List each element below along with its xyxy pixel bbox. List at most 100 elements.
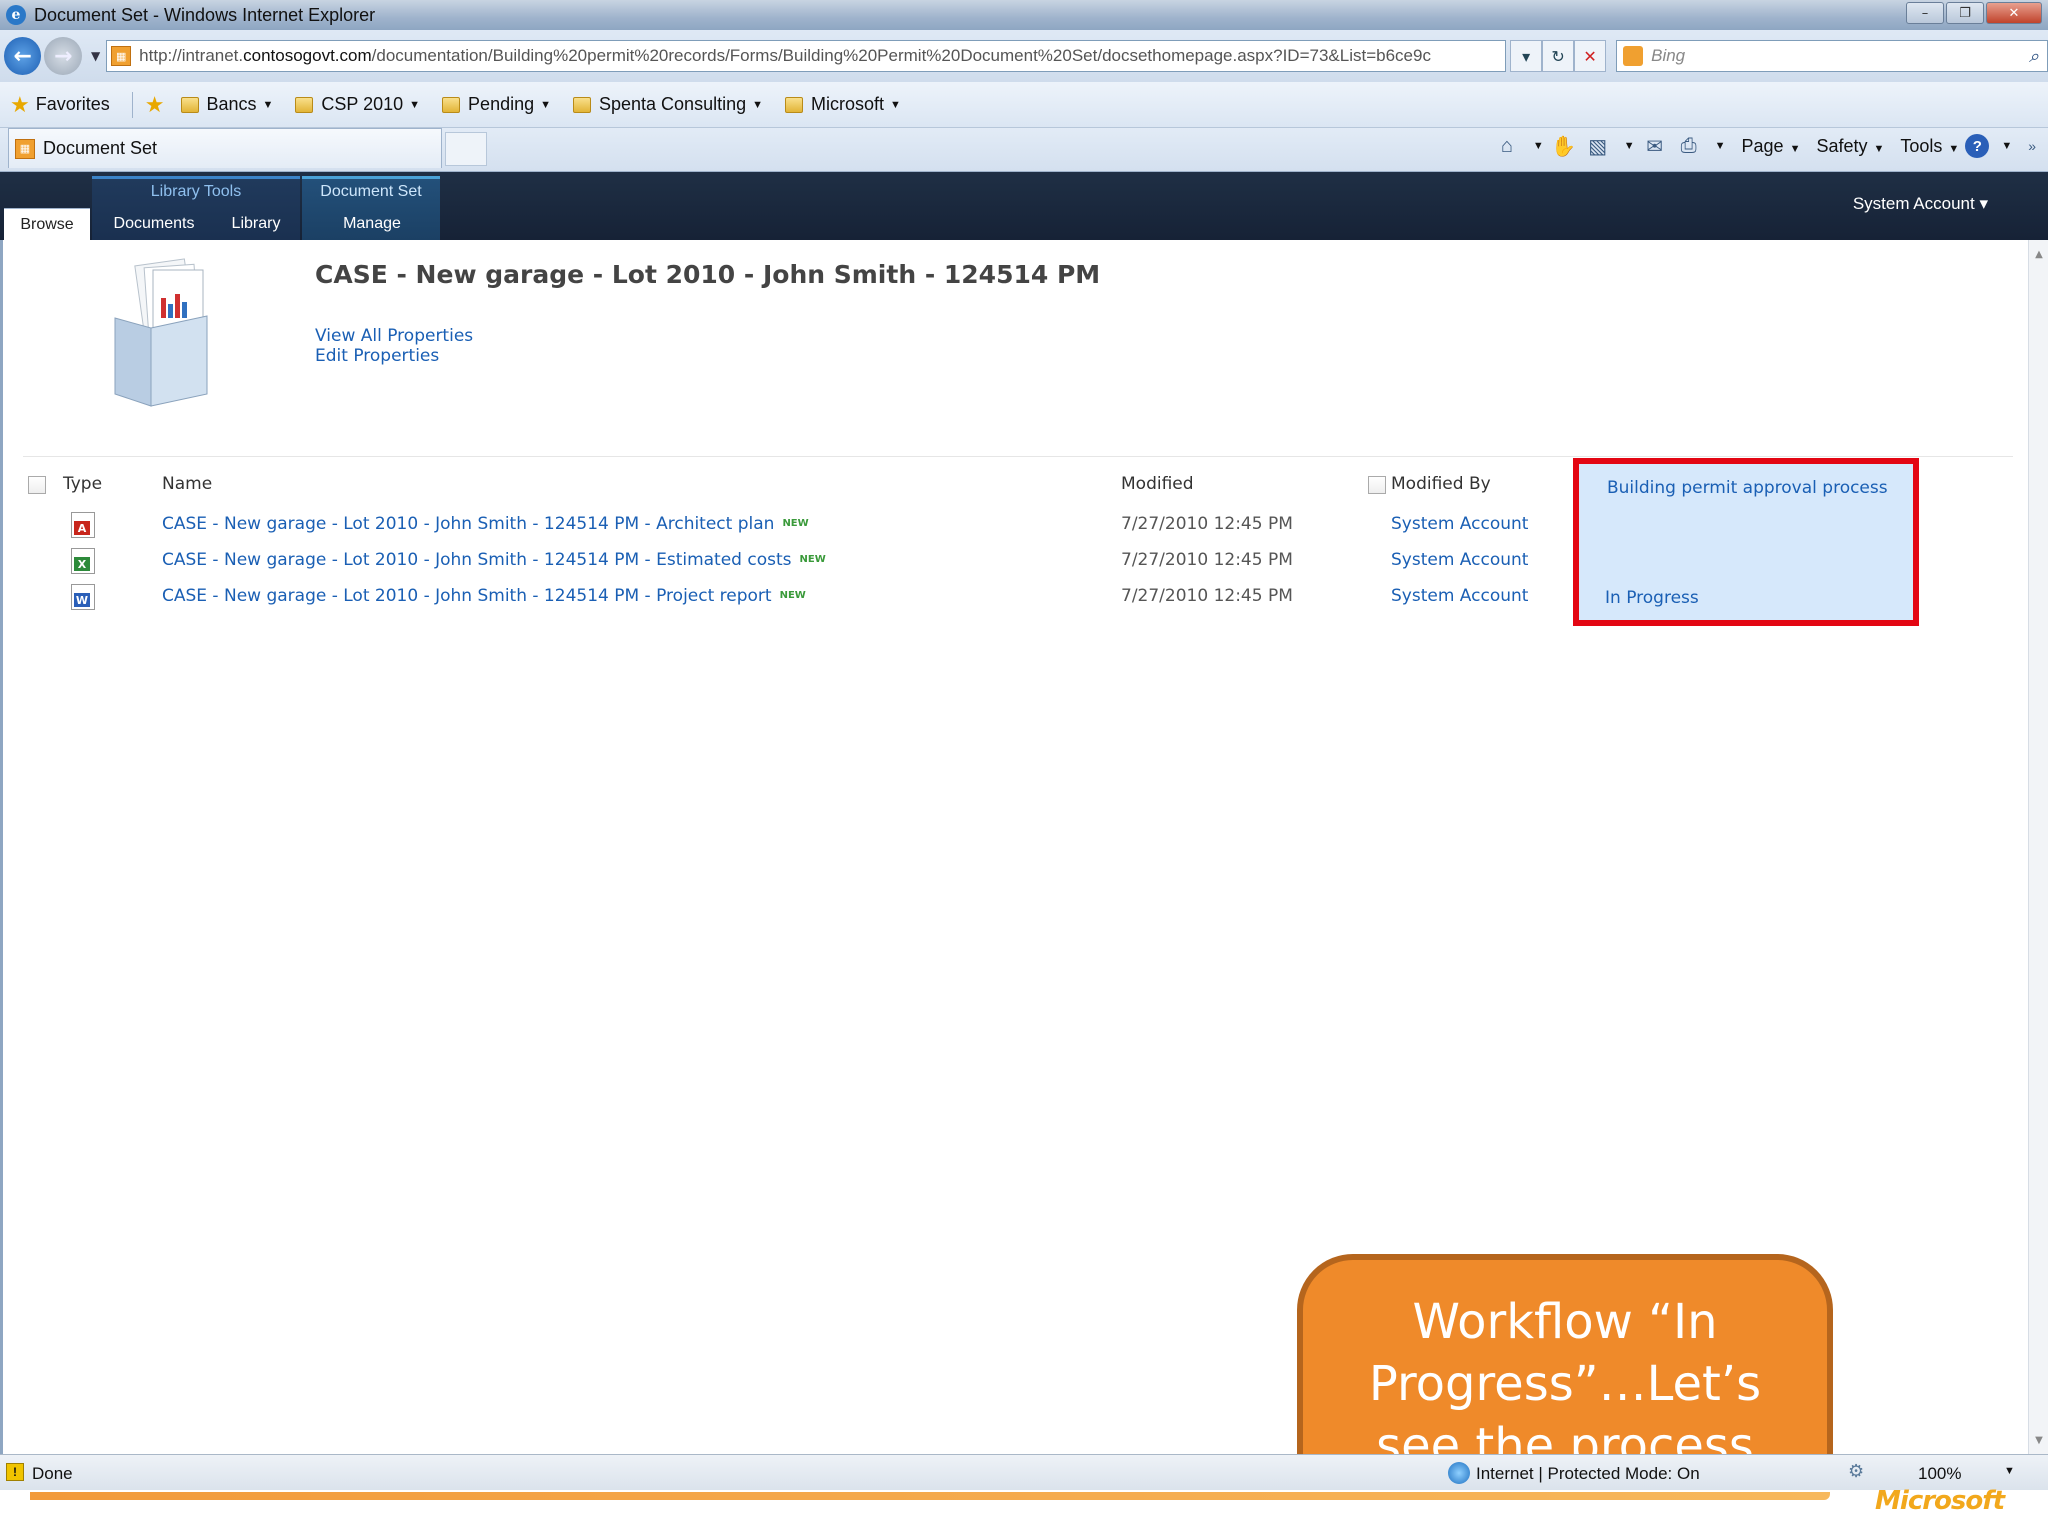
more-commands-icon[interactable]: »	[2028, 138, 2036, 154]
mail-icon[interactable]: ✉	[1641, 132, 1669, 160]
workflow-status-link[interactable]: In Progress	[1605, 588, 1699, 608]
modified-by-link[interactable]: System Account	[1391, 514, 1528, 534]
address-input[interactable]: ▦ http://intranet. contosogovt.com/docume…	[106, 40, 1507, 72]
new-badge: NEW	[799, 554, 826, 565]
sharepoint-favicon-icon: ▦	[15, 138, 35, 159]
excel-file-icon[interactable]: X	[71, 548, 95, 574]
zone-settings-icon[interactable]: ⚙	[1848, 1461, 1864, 1482]
table-row: X CASE - New garage - Lot 2010 - John Sm…	[3, 544, 1563, 580]
search-placeholder: Bing	[1651, 46, 1686, 65]
column-header-type[interactable]: Type	[63, 474, 102, 494]
print-icon[interactable]: ⎙	[1675, 132, 1703, 160]
folder-icon	[442, 96, 461, 113]
restore-button[interactable]: ❐	[1946, 2, 1984, 24]
fav-folder-spenta-consulting[interactable]: Spenta Consulting ▼	[573, 94, 763, 115]
stop-icon[interactable]: ✕	[1574, 40, 1607, 72]
chevron-down-icon: ▼	[752, 98, 763, 111]
globe-icon	[1448, 1462, 1470, 1484]
modified-by-link[interactable]: System Account	[1391, 586, 1528, 606]
fav-folder-microsoft[interactable]: Microsoft ▼	[785, 94, 901, 115]
url-path: /documentation/Building%20permit%20recor…	[371, 46, 1431, 65]
table-row: A CASE - New garage - Lot 2010 - John Sm…	[3, 508, 1563, 544]
fav-folder-label: Microsoft	[811, 94, 885, 114]
column-header-modified[interactable]: Modified	[1121, 474, 1194, 494]
column-header-modified-by[interactable]: Modified By	[1391, 474, 1491, 494]
tab-row: ▦ Document Set ⌂ ▼ ✋ ▧ ▼ ✉ ⎙ ▼ Page ▼ Saf…	[0, 128, 2048, 172]
url-domain: contosogovt.com	[243, 46, 372, 65]
tab-label: Document Set	[43, 138, 158, 158]
modified-by-link[interactable]: System Account	[1391, 550, 1528, 570]
fav-folder-csp-2010[interactable]: CSP 2010 ▼	[295, 94, 420, 115]
forward-button[interactable]: →	[44, 37, 82, 75]
fav-folder-bancs[interactable]: Bancs ▼	[180, 94, 274, 115]
vertical-scrollbar[interactable]: ▲ ▼	[2028, 240, 2048, 1454]
select-all-checkbox[interactable]	[28, 476, 46, 494]
chevron-down-icon[interactable]: ▼	[2001, 140, 2012, 152]
word-mark-icon: W	[74, 593, 90, 607]
document-link[interactable]: CASE - New garage - Lot 2010 - John Smit…	[162, 514, 809, 534]
status-bar: ! Done Internet | Protected Mode: On ⚙ 1…	[0, 1454, 2048, 1490]
page-menu[interactable]: Page ▼	[1742, 136, 1801, 157]
document-name: CASE - New garage - Lot 2010 - John Smit…	[162, 550, 792, 570]
recent-pages-dropdown-icon[interactable]: ▼	[91, 49, 100, 63]
column-header-workflow[interactable]: Building permit approval process	[1607, 478, 1888, 498]
title-bar: e Document Set - Windows Internet Explor…	[0, 0, 2048, 30]
feeds-icon[interactable]: ▧	[1584, 132, 1612, 160]
page-menu-label: Page	[1741, 135, 1784, 156]
document-link[interactable]: CASE - New garage - Lot 2010 - John Smit…	[162, 586, 806, 606]
word-file-icon[interactable]: W	[71, 584, 95, 610]
fav-folder-label: CSP 2010	[321, 94, 404, 114]
pdf-file-icon[interactable]: A	[71, 512, 95, 538]
window-title: Document Set - Windows Internet Explorer	[34, 4, 376, 25]
tab-library[interactable]: Library	[216, 208, 296, 240]
chevron-down-icon[interactable]: ▼	[1533, 140, 1544, 152]
close-button[interactable]: ✕	[1986, 2, 2042, 24]
address-dropdown-icon[interactable]: ▾	[1510, 40, 1543, 72]
user-menu[interactable]: System Account ▾	[1853, 194, 1988, 214]
fav-folder-pending[interactable]: Pending ▼	[442, 94, 551, 115]
sharepoint-favicon-icon: ▦	[111, 46, 132, 66]
home-icon[interactable]: ⌂	[1493, 132, 1521, 160]
tab-browse[interactable]: Browse	[4, 208, 90, 240]
favorites-label: Favorites	[35, 94, 110, 114]
tab-document-set[interactable]: ▦ Document Set	[8, 128, 442, 168]
security-zone[interactable]: Internet | Protected Mode: On	[1476, 1464, 1700, 1484]
modified-by-filter-checkbox[interactable]	[1368, 476, 1386, 494]
back-button[interactable]: ←	[4, 37, 42, 75]
zoom-level[interactable]: 100%	[1918, 1464, 1961, 1484]
folder-icon	[785, 96, 803, 113]
chevron-down-icon: ▼	[262, 98, 274, 111]
tools-menu[interactable]: Tools ▼	[1900, 136, 1959, 157]
footer-accent-line	[30, 1492, 1830, 1500]
chevron-down-icon[interactable]: ▼	[2004, 1465, 2015, 1477]
tab-documents[interactable]: Documents	[100, 208, 208, 240]
document-link[interactable]: CASE - New garage - Lot 2010 - John Smit…	[162, 550, 826, 570]
search-icon[interactable]: ⌕	[2029, 46, 2039, 67]
chevron-down-icon: ▼	[890, 98, 901, 111]
help-icon[interactable]: ?	[1965, 134, 1990, 158]
chevron-down-icon[interactable]: ▼	[1624, 140, 1635, 152]
scroll-up-icon[interactable]: ▲	[2029, 244, 2048, 264]
minimize-button[interactable]: –	[1906, 2, 1944, 24]
url-prefix: http://intranet.	[139, 46, 244, 65]
view-all-properties-link[interactable]: View All Properties	[315, 326, 473, 346]
hand-icon[interactable]: ✋	[1550, 132, 1578, 160]
library-tools-title: Library Tools	[150, 183, 242, 200]
warning-icon[interactable]: !	[6, 1463, 24, 1481]
pdf-mark-icon: A	[74, 521, 90, 535]
refresh-icon[interactable]: ↻	[1542, 40, 1575, 72]
document-set-title: Document Set	[320, 183, 422, 200]
edit-properties-link[interactable]: Edit Properties	[315, 346, 439, 366]
chevron-down-icon: ▼	[1948, 142, 1960, 155]
chevron-down-icon[interactable]: ▼	[1715, 140, 1726, 152]
safety-menu[interactable]: Safety ▼	[1816, 136, 1884, 157]
search-input[interactable]: Bing ⌕	[1616, 40, 2048, 72]
tab-manage[interactable]: Manage	[310, 208, 434, 240]
add-to-favorites-icon[interactable]: ★	[145, 92, 165, 118]
new-tab-button[interactable]	[445, 132, 487, 166]
favorites-button[interactable]: ★ Favorites	[10, 92, 110, 118]
column-header-name[interactable]: Name	[162, 474, 212, 494]
safety-menu-label: Safety	[1816, 135, 1868, 156]
excel-mark-icon: X	[74, 557, 90, 571]
scroll-down-icon[interactable]: ▼	[2029, 1430, 2048, 1450]
